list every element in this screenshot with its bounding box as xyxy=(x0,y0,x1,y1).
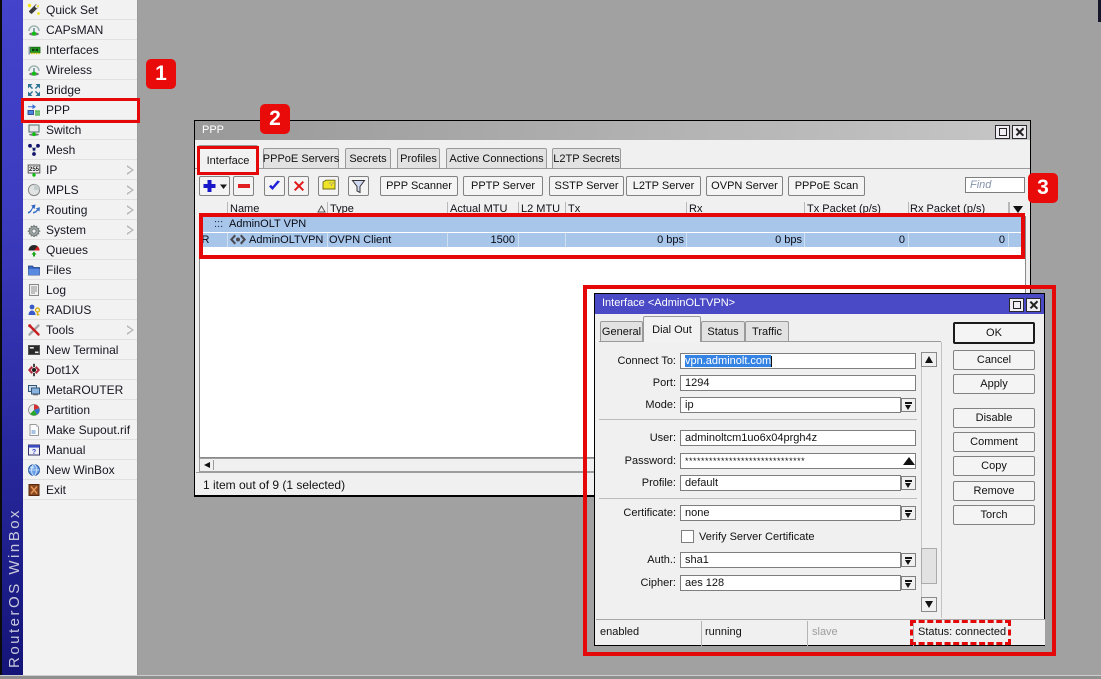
svg-text:?: ? xyxy=(32,449,36,456)
svg-text:255: 255 xyxy=(29,167,40,173)
